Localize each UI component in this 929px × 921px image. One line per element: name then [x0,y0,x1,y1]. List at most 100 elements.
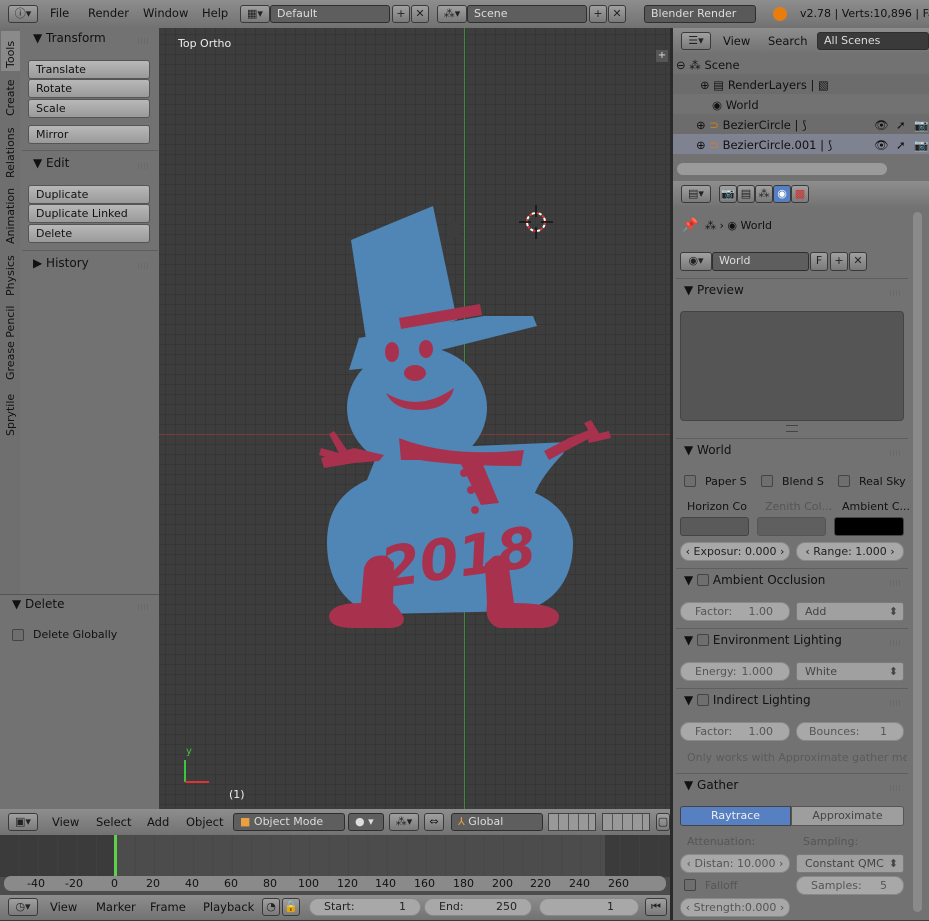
operator-panel-header[interactable]: ▼ Delete [12,597,64,611]
shading-select[interactable]: ● ▾ [348,813,384,831]
exposure-field[interactable]: ‹ Exposur: 0.000 › [680,542,790,561]
manipulator-icon[interactable]: ⇔ [424,813,444,831]
jump-start-icon[interactable]: ⏮ [645,898,667,916]
menu-view[interactable]: View [50,900,77,914]
layout-field[interactable]: Default [270,5,390,23]
zenith-color-swatch[interactable] [757,517,826,536]
fake-user-button[interactable]: F [810,252,828,271]
env-checkbox[interactable] [697,634,710,646]
scene-tab-icon[interactable]: ⁂ [755,185,773,203]
outliner-row-renderlayers[interactable]: ⊕ ▤ RenderLayers | ▧ [700,78,829,92]
paper-sky-checkbox[interactable] [684,475,696,487]
panel-grip-icon[interactable] [138,263,149,269]
menu-frame[interactable]: Frame [150,900,186,914]
ao-checkbox[interactable] [697,574,710,586]
layout-close-button[interactable]: ✕ [411,5,429,23]
timeline-editor-button[interactable]: ◷▾ [8,898,38,916]
render-camera-icon[interactable]: 📷 [914,118,928,132]
outliner-row-world[interactable]: ◉ World [712,98,759,112]
real-sky-checkbox[interactable] [838,475,850,487]
render-engine-select[interactable]: Blender Render [644,5,756,23]
selectable-cursor-icon[interactable]: ➚ [896,118,906,132]
render-tab-icon[interactable]: 📷 [719,185,737,203]
ao-panel-header[interactable]: ▼ Ambient Occlusion [684,573,825,587]
outliner-filter-select[interactable]: All Scenes [817,32,929,50]
corner-plus-icon[interactable]: + [656,50,668,62]
render-layers-tab-icon[interactable]: ▤ [737,185,755,203]
unlink-world-button[interactable]: ✕ [849,252,867,271]
end-frame-field[interactable]: End: 250 [424,898,532,916]
info-editor-button[interactable]: ⓘ▾ [8,5,38,23]
world-tab-icon[interactable]: ◉ [773,185,791,203]
edit-panel-header[interactable]: ▼ Edit [33,156,69,170]
start-frame-field[interactable]: Start: 1 [309,898,421,916]
world-name-field[interactable]: World [712,252,809,271]
snowman-ornament[interactable]: 2018 [309,198,629,638]
mode-select[interactable]: ■ Object Mode [233,813,345,831]
panel-grip-icon[interactable] [138,38,149,44]
ambient-color-swatch[interactable] [834,517,904,536]
layers-grid-1[interactable] [548,813,596,831]
delete-button[interactable]: Delete [28,224,150,243]
translate-button[interactable]: Translate [28,60,150,79]
menu-playback[interactable]: Playback [203,900,254,914]
menu-object[interactable]: Object [186,815,223,829]
selectable-cursor-icon[interactable]: ➚ [896,138,906,152]
preview-panel-header[interactable]: ▼ Preview [684,283,744,297]
new-world-button[interactable]: + [830,252,848,271]
object-tab-icon[interactable]: ▩ [791,185,809,203]
approximate-tab[interactable]: Approximate [791,806,904,826]
world-browse-button[interactable]: ◉▾ [680,252,712,271]
scene-close-button[interactable]: ✕ [608,5,626,23]
autokey-icon[interactable]: ◔ [262,898,280,916]
menu-file[interactable]: File [50,6,69,20]
panel-grip-icon[interactable] [890,700,901,706]
panel-grip-icon[interactable] [138,604,149,610]
pivot-icon[interactable]: ⁂▾ [389,813,419,831]
samples-field[interactable]: Samples: 5 [796,876,904,895]
lock-icon[interactable]: 🔒 [282,898,300,916]
raytrace-tab[interactable]: Raytrace [680,806,791,826]
properties-editor-button[interactable]: ▤▾ [681,185,711,203]
world-panel-header[interactable]: ▼ World [684,443,731,457]
env-panel-header[interactable]: ▼ Environment Lighting [684,633,842,647]
mirror-button[interactable]: Mirror [28,125,150,144]
indirect-factor-field[interactable]: Factor: 1.00 [680,722,790,741]
horizon-color-swatch[interactable] [680,517,749,536]
history-panel-header[interactable]: ▶ History [33,256,89,270]
viewport-3d[interactable]: Top Ortho (1) + 2018 y [159,28,670,809]
properties-scrollbar[interactable] [913,212,922,912]
scale-button[interactable]: Scale [28,99,150,118]
gather-panel-header[interactable]: ▼ Gather [684,778,738,792]
menu-search[interactable]: Search [768,34,808,48]
layout-icon[interactable]: ▦▾ [240,5,270,23]
menu-render[interactable]: Render [88,6,129,20]
panel-grip-icon[interactable] [890,640,901,646]
outliner-scrollbar[interactable] [677,163,887,175]
layout-add-button[interactable]: + [392,5,410,23]
blend-sky-checkbox[interactable] [761,475,773,487]
current-frame-line[interactable] [114,835,117,877]
bounces-field[interactable]: Bounces: 1 [796,722,904,741]
env-energy-field[interactable]: Energy: 1.000 [680,662,790,681]
indirect-checkbox[interactable] [697,694,710,706]
scene-field[interactable]: Scene [467,5,587,23]
indirect-panel-header[interactable]: ▼ Indirect Lighting [684,693,811,707]
sampling-method-select[interactable]: Constant QMC ⬍ [796,854,904,873]
transform-panel-header[interactable]: ▼ Transform [33,31,106,45]
outliner-row-scene[interactable]: ⊖ ⁂ Scene [676,58,740,72]
outliner-row-beziercircle-001[interactable]: ⊕ ⊃ BezierCircle.001 | ⟆ [696,138,832,152]
render-camera-icon[interactable]: 📷 [914,138,928,152]
menu-marker[interactable]: Marker [96,900,136,914]
range-field[interactable]: ‹ Range: 1.000 › [796,542,904,561]
pin-icon[interactable]: 📌 [682,218,698,233]
preview-resize-grip[interactable] [786,425,798,432]
lock-camera-icon[interactable]: ▢ [656,813,670,831]
duplicate-button[interactable]: Duplicate [28,185,150,204]
menu-view[interactable]: View [723,34,750,48]
visibility-eye-icon[interactable]: 👁 [874,138,889,152]
panel-grip-icon[interactable] [890,785,901,791]
orientation-select[interactable]: ⅄ Global [451,813,543,831]
visibility-eye-icon[interactable]: 👁 [874,118,889,132]
editor-type-button[interactable]: ▣▾ [8,813,38,831]
